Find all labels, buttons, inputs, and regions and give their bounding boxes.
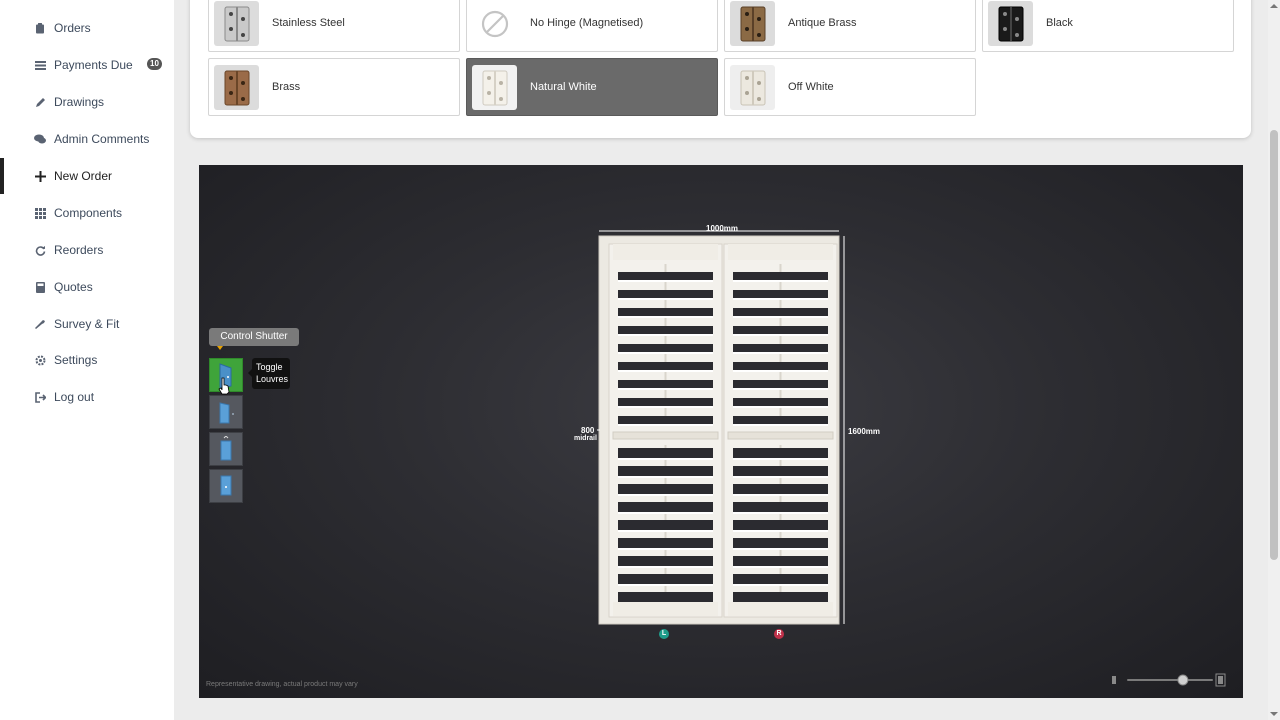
right-panel-marker: R <box>774 629 784 639</box>
sidebar-item-label: Reorders <box>54 243 104 257</box>
sidebar-item-label: Settings <box>54 353 98 367</box>
clipboard-icon <box>34 22 46 34</box>
hinge-option-label: Antique Brass <box>788 17 857 29</box>
open-panel-button[interactable] <box>209 395 243 429</box>
tooltip-line: Toggle <box>256 362 283 372</box>
tilt-louvres-down-button[interactable] <box>209 469 243 503</box>
sidebar: Orders Payments Due 10 Drawings Admin Co… <box>0 0 174 720</box>
page-bottom-area <box>199 704 1243 720</box>
sidebar-item-orders[interactable]: Orders <box>0 10 174 46</box>
hinge-option-stainless-steel[interactable]: Stainless Steel <box>208 0 460 52</box>
sidebar-item-label: Admin Comments <box>54 132 150 146</box>
hinge-option-no-hinge[interactable]: No Hinge (Magnetised) <box>466 0 718 52</box>
hinge-option-natural-white[interactable]: Natural White <box>466 58 718 116</box>
height-dimension-label: 1600mm <box>848 427 881 436</box>
hand-cursor-icon <box>218 377 230 395</box>
hinge-colour-options: Stainless Steel No Hinge (Magnetised) An… <box>190 0 1251 138</box>
hinge-thumbnail <box>214 65 259 110</box>
hinge-thumbnail <box>214 1 259 46</box>
sidebar-item-label: Quotes <box>54 280 93 294</box>
sidebar-item-label: New Order <box>54 169 113 183</box>
shutter-preview-viewer[interactable]: Control Shutter Toggle Louvres 1000mm 16… <box>199 165 1243 698</box>
hinge-option-label: Black <box>1046 17 1073 29</box>
refresh-icon <box>34 244 46 256</box>
sidebar-item-label: Payments Due <box>54 58 133 72</box>
midrail-label: midrail <box>574 435 597 442</box>
sidebar-item-label: Survey & Fit <box>54 317 120 331</box>
hinge-option-antique-brass[interactable]: Antique Brass <box>724 0 976 52</box>
shutter-panel-icon <box>220 436 232 461</box>
tilt-louvres-up-button[interactable] <box>209 432 243 466</box>
left-panel-marker: L <box>659 629 669 639</box>
sidebar-item-settings[interactable]: Settings <box>0 342 174 378</box>
sidebar-item-components[interactable]: Components <box>0 195 174 231</box>
no-hinge-icon <box>472 1 517 46</box>
midrail-height-value: 800 <box>581 426 595 435</box>
shutter-panel-icon <box>219 402 234 424</box>
toggle-louvres-tooltip: Toggle Louvres <box>248 358 290 389</box>
pencil-icon <box>34 96 46 108</box>
grid-icon <box>34 207 46 219</box>
sidebar-item-survey-fit[interactable]: Survey & Fit <box>0 306 174 342</box>
zoom-slider-handle[interactable] <box>1177 674 1189 686</box>
scroll-down-icon[interactable] <box>1270 711 1278 717</box>
hinge-option-label: No Hinge (Magnetised) <box>530 17 644 29</box>
scrollbar-thumb[interactable] <box>1270 130 1278 560</box>
hinge-thumbnail <box>730 1 775 46</box>
money-stack-icon <box>34 59 46 71</box>
tooltip-line: Louvres <box>256 374 289 384</box>
control-shutter-title: Control Shutter <box>209 328 299 350</box>
calculator-icon <box>34 281 46 293</box>
wrench-icon <box>34 318 46 330</box>
zoom-out-icon[interactable] <box>1112 676 1116 684</box>
sidebar-item-label: Components <box>54 206 123 220</box>
hinge-option-black[interactable]: Black <box>982 0 1234 52</box>
payments-due-badge: 10 <box>147 58 162 70</box>
hinge-option-off-white[interactable]: Off White <box>724 58 976 116</box>
sidebar-item-drawings[interactable]: Drawings <box>0 84 174 120</box>
sidebar-item-label: Log out <box>54 390 95 404</box>
hinge-option-label: Brass <box>272 81 301 93</box>
sidebar-item-admin-comments[interactable]: Admin Comments <box>0 121 174 157</box>
shutter-drawing <box>597 230 845 625</box>
gear-icon <box>34 354 46 366</box>
plus-icon <box>34 170 46 182</box>
hinge-option-label: Stainless Steel <box>272 17 345 29</box>
width-dimension-label: 1000mm <box>706 224 739 233</box>
hinge-thumbnail <box>472 65 517 110</box>
hinge-thumbnail <box>730 65 775 110</box>
comments-icon <box>34 133 46 145</box>
sidebar-item-new-order[interactable]: New Order <box>0 158 174 194</box>
hinge-option-brass[interactable]: Brass <box>208 58 460 116</box>
hinge-option-label: Off White <box>788 81 834 93</box>
zoom-slider-track[interactable] <box>1127 679 1213 681</box>
logout-icon <box>34 391 46 403</box>
scroll-up-icon[interactable] <box>1270 3 1278 9</box>
sidebar-item-label: Drawings <box>54 95 105 109</box>
sidebar-item-log-out[interactable]: Log out <box>0 379 174 415</box>
zoom-control[interactable] <box>1111 673 1229 687</box>
sidebar-item-payments-due[interactable]: Payments Due 10 <box>0 47 174 83</box>
disclaimer-text: Representative drawing, actual product m… <box>206 681 358 688</box>
sidebar-item-quotes[interactable]: Quotes <box>0 269 174 305</box>
hinge-option-label: Natural White <box>530 81 597 93</box>
hinge-thumbnail <box>988 1 1033 46</box>
sidebar-item-label: Orders <box>54 21 91 35</box>
sidebar-item-reorders[interactable]: Reorders <box>0 232 174 268</box>
shutter-panel-icon <box>220 475 232 496</box>
